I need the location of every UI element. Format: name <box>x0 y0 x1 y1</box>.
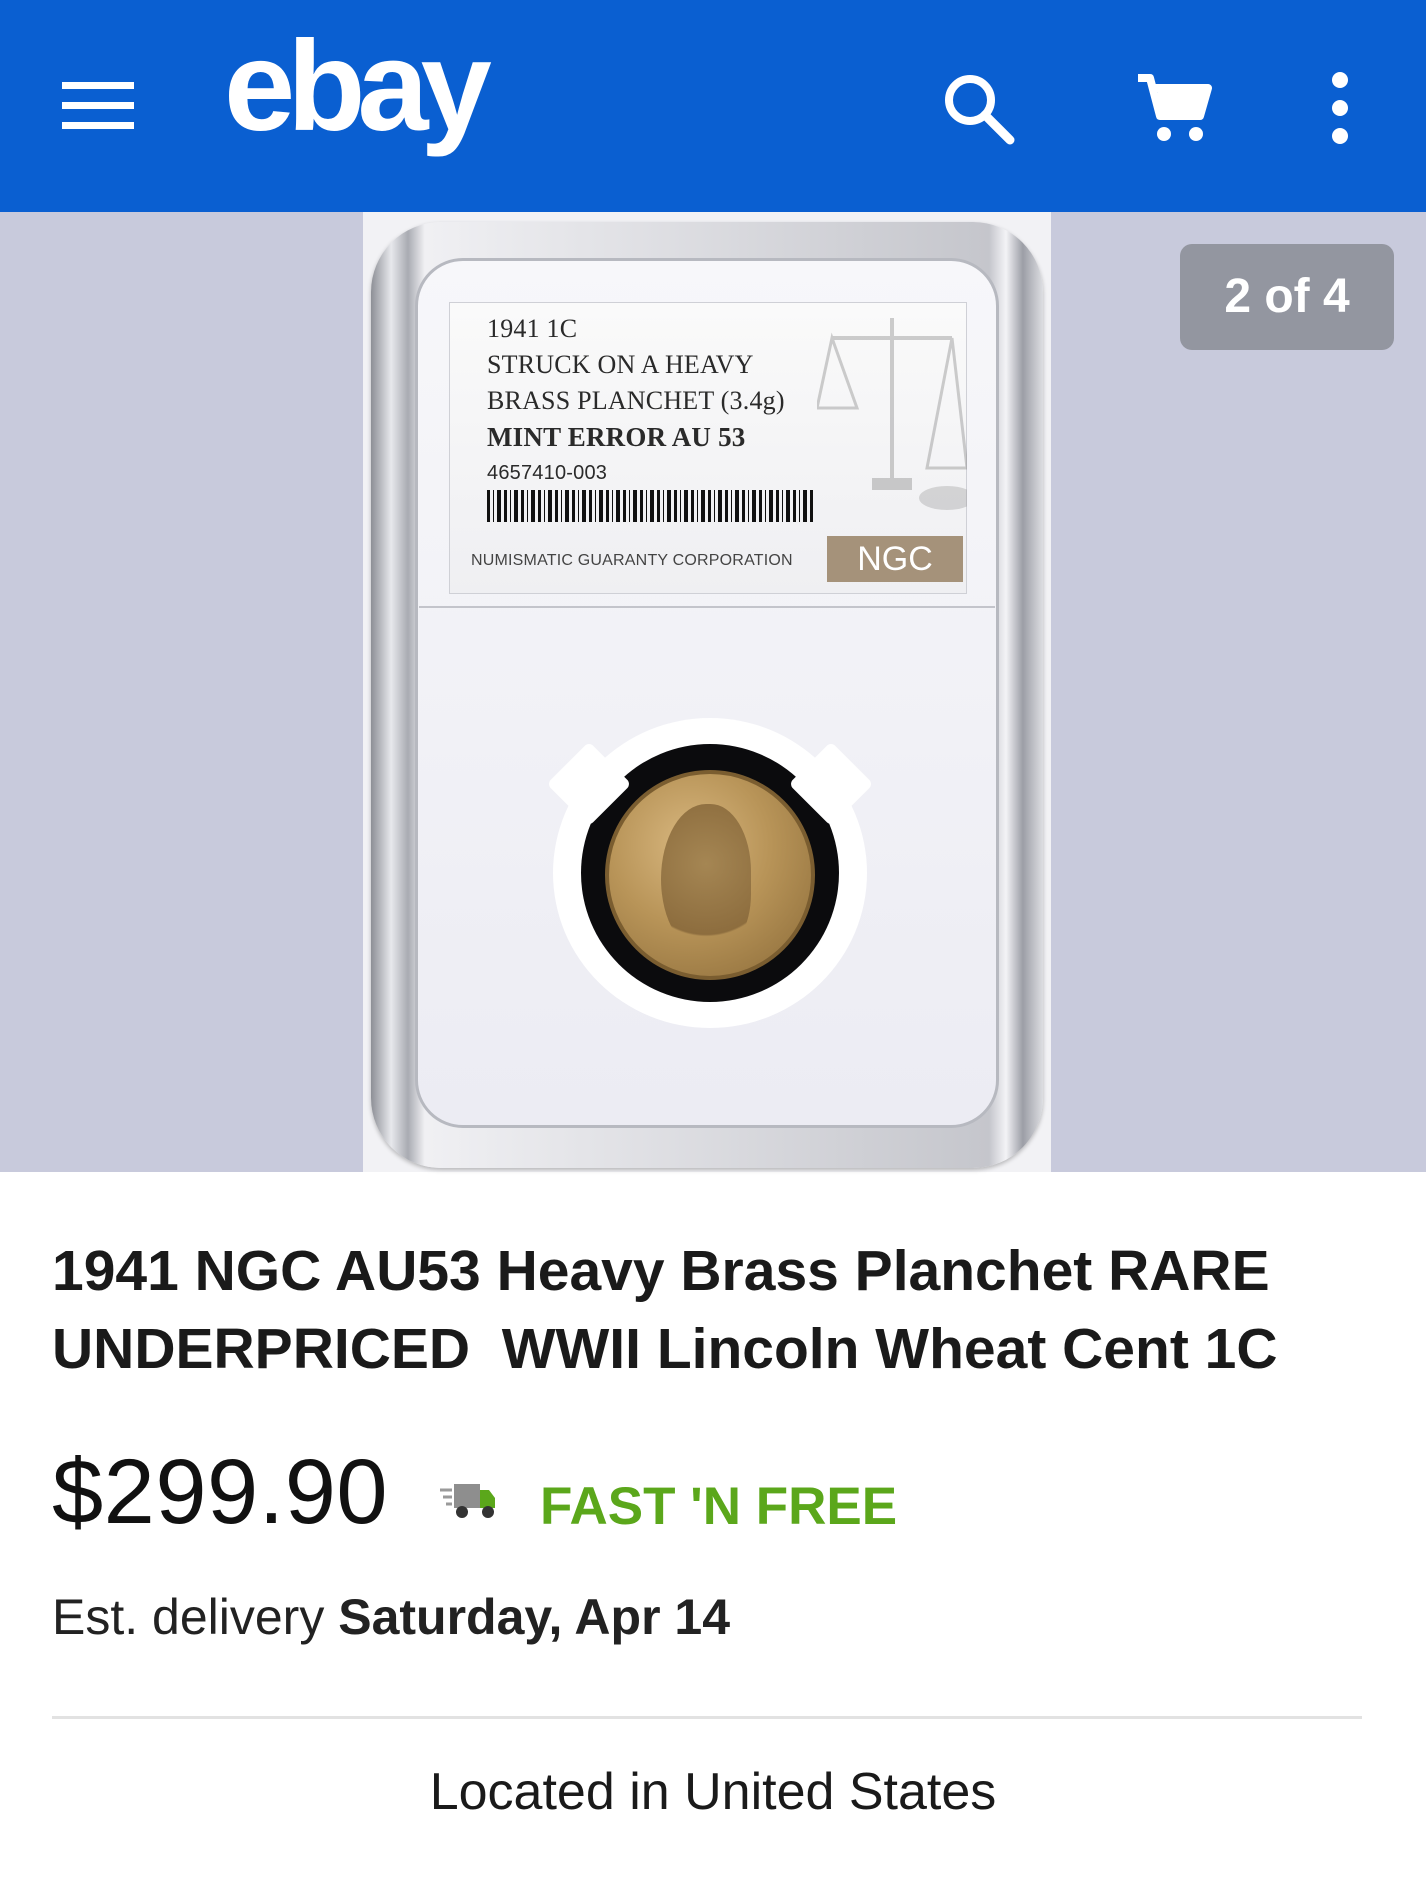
estimated-delivery: Est. delivery Saturday, Apr 14 <box>52 1588 730 1646</box>
item-location: Located in United States <box>429 1763 997 1821</box>
slab-label-grade: MINT ERROR AU 53 <box>487 422 746 452</box>
ngc-logo: NGC <box>827 536 963 582</box>
truck-icon <box>440 1484 495 1518</box>
product-image[interactable]: 1941 1C STRUCK ON A HEAVY BRASS PLANCHET… <box>363 212 1051 1172</box>
image-counter-badge: 2 of 4 <box>1180 244 1394 350</box>
hamburger-menu-icon[interactable] <box>48 56 148 156</box>
shipping-badge: FAST 'N FREE <box>540 1477 898 1536</box>
cart-icon[interactable] <box>1118 52 1230 164</box>
svg-text:ebay: ebay <box>224 15 492 158</box>
slab-company-name: NUMISMATIC GUARANTY CORPORATION <box>471 552 793 569</box>
listing-title: 1941 NGC AU53 Heavy Brass Planchet RARE … <box>52 1239 1286 1381</box>
slab-cert-number: 4657410-003 <box>487 462 608 484</box>
delivery-label: Est. delivery <box>52 1589 325 1645</box>
coin-slab-image: 1941 1C STRUCK ON A HEAVY BRASS PLANCHET… <box>371 222 1043 1168</box>
price: $299.90 <box>52 1441 389 1543</box>
scales-watermark-icon <box>817 318 967 510</box>
search-icon[interactable] <box>922 52 1034 164</box>
slab-label-line-2: STRUCK ON A HEAVY <box>487 350 754 379</box>
slab-label-line-3: BRASS PLANCHET (3.4g) <box>487 386 785 415</box>
coin-portrait <box>661 804 751 954</box>
app-bar: ebay <box>0 0 1426 212</box>
ebay-logo[interactable]: ebay <box>222 10 512 180</box>
delivery-date: Saturday, Apr 14 <box>338 1589 731 1645</box>
barcode <box>487 490 815 522</box>
more-vertical-icon[interactable] <box>1300 52 1380 164</box>
divider <box>52 1716 1362 1719</box>
image-gallery[interactable]: 1941 1C STRUCK ON A HEAVY BRASS PLANCHET… <box>0 212 1426 1172</box>
slab-label-line-1: 1941 1C <box>487 314 578 343</box>
